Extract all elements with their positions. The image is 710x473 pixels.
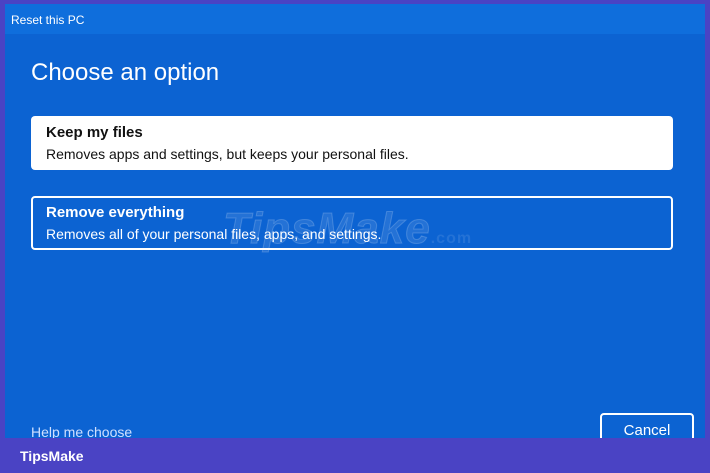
help-me-choose-link[interactable]: Help me choose [31, 424, 132, 438]
option-title: Remove everything [46, 204, 185, 221]
option-description: Removes apps and settings, but keeps you… [46, 146, 409, 162]
brand-label: TipsMake [20, 448, 84, 464]
page-title: Choose an option [31, 59, 220, 86]
option-remove-everything[interactable]: Remove everything Removes all of your pe… [31, 196, 673, 250]
title-bar: Reset this PC [5, 4, 705, 34]
cancel-button[interactable]: Cancel [600, 413, 694, 438]
option-keep-my-files[interactable]: Keep my files Removes apps and settings,… [31, 116, 673, 170]
brand-bar: TipsMake [0, 438, 710, 473]
option-title: Keep my files [46, 124, 143, 141]
option-description: Removes all of your personal files, apps… [46, 226, 382, 242]
window-title: Reset this PC [11, 13, 85, 27]
reset-pc-dialog: Reset this PC Choose an option Keep my f… [5, 4, 705, 438]
